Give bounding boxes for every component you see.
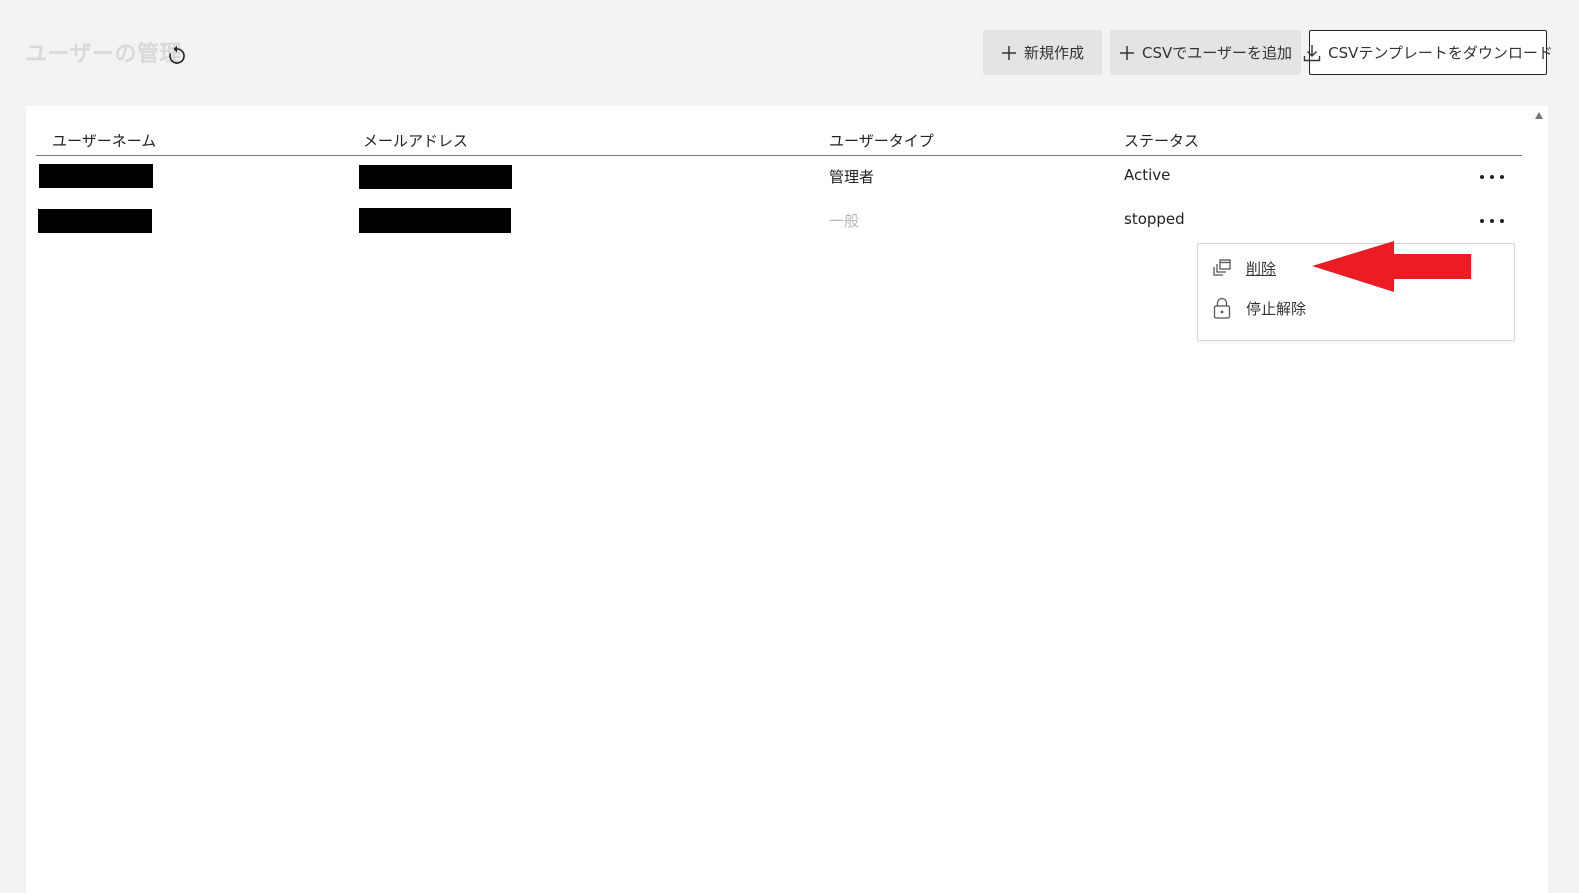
plus-icon bbox=[1001, 45, 1016, 60]
csv-add-users-button[interactable]: CSVでユーザーを追加 bbox=[1110, 30, 1301, 75]
header-divider bbox=[36, 155, 1522, 156]
users-table-panel: ユーザーネーム メールアドレス ユーザータイプ ステータス 管理者 Active… bbox=[26, 106, 1548, 893]
menu-item-delete[interactable]: 削除 bbox=[1210, 253, 1276, 283]
page-title: ユーザーの管理 bbox=[25, 42, 183, 67]
column-header-email: メールアドレス bbox=[363, 132, 469, 150]
user-type-cell: 管理者 bbox=[829, 168, 875, 186]
column-header-user-type: ユーザータイプ bbox=[829, 132, 934, 150]
csv-add-users-label: CSVでユーザーを追加 bbox=[1142, 44, 1292, 62]
status-cell: Active bbox=[1124, 166, 1171, 184]
row-more-icon[interactable] bbox=[1480, 213, 1504, 229]
new-user-label: 新規作成 bbox=[1023, 44, 1084, 62]
csv-template-download-label: CSVテンプレートをダウンロード bbox=[1328, 44, 1553, 62]
row-more-icon[interactable] bbox=[1480, 169, 1504, 185]
column-header-status: ステータス bbox=[1124, 132, 1200, 150]
annotation-arrow-icon bbox=[1312, 241, 1471, 292]
page: ユーザーの管理 新規作成 CSVでユーザーを追加 CSVテンプレートをダウンロー… bbox=[0, 0, 1579, 893]
status-cell: stopped bbox=[1124, 210, 1185, 228]
download-icon bbox=[1303, 44, 1321, 61]
new-user-button[interactable]: 新規作成 bbox=[983, 30, 1102, 75]
redacted-username bbox=[38, 209, 152, 233]
delete-windows-icon bbox=[1213, 259, 1231, 276]
redacted-username bbox=[39, 164, 153, 188]
menu-item-unsuspend[interactable]: 停止解除 bbox=[1210, 293, 1306, 323]
redacted-email bbox=[359, 208, 511, 233]
menu-item-unsuspend-label: 停止解除 bbox=[1246, 299, 1307, 318]
plus-icon bbox=[1120, 45, 1135, 60]
csv-template-download-button[interactable]: CSVテンプレートをダウンロード bbox=[1303, 30, 1553, 75]
unlock-icon bbox=[1213, 297, 1231, 319]
column-header-username: ユーザーネーム bbox=[52, 132, 157, 150]
redacted-email bbox=[359, 165, 512, 189]
scrollbar-up-arrow-icon[interactable] bbox=[1535, 112, 1543, 119]
refresh-icon[interactable] bbox=[167, 44, 187, 66]
menu-item-delete-label: 削除 bbox=[1246, 259, 1277, 278]
user-type-cell: 一般 bbox=[829, 212, 860, 230]
